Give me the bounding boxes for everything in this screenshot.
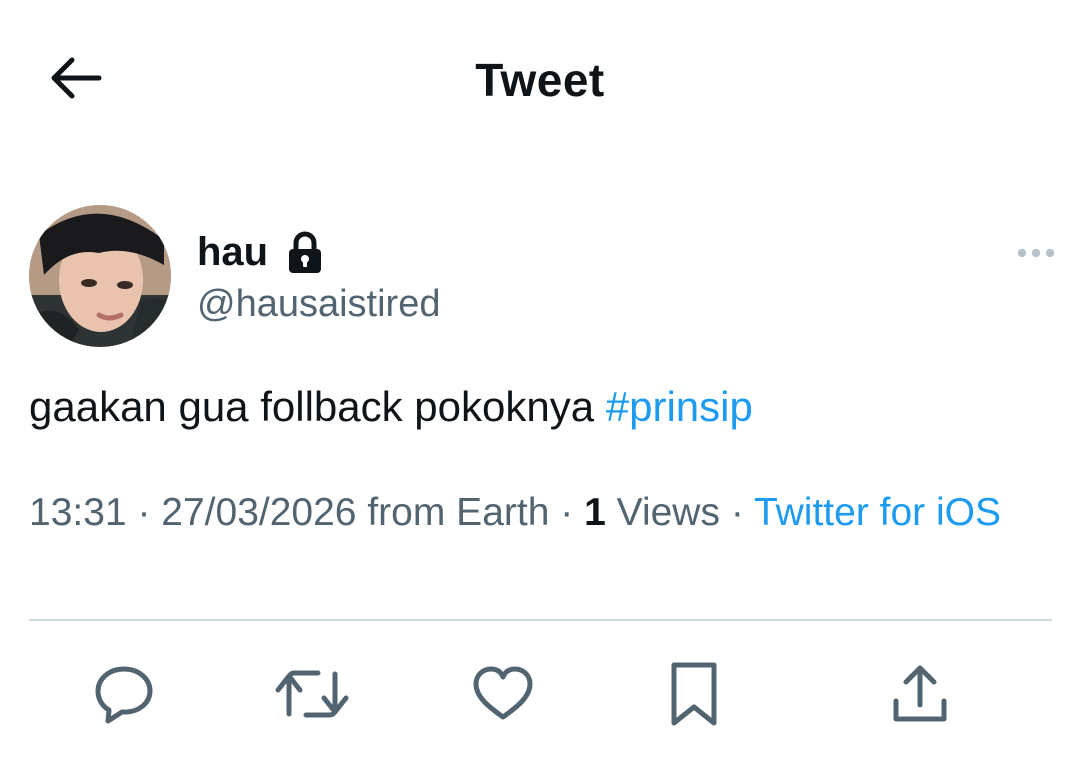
reply-button[interactable] [86,656,162,732]
views-label: Views [616,491,720,534]
more-options-button[interactable] [1004,236,1068,270]
reply-icon [95,666,153,724]
hashtag-link[interactable]: #prinsip [606,383,753,430]
avatar-photo [29,205,171,347]
meta-separator: · [560,491,574,534]
meta-separator: · [137,491,151,534]
page-title: Tweet [475,54,605,106]
meta-separator: · [730,491,744,534]
like-button[interactable] [465,656,541,732]
avatar[interactable] [29,205,171,347]
lock-icon [289,231,322,273]
tweet-location: from Earth [367,491,550,534]
retweet-icon [275,670,349,718]
author-handle[interactable]: @hausaistired [197,280,440,328]
display-name[interactable]: hau [197,226,268,278]
tweet-text: gaakan gua follback pokoknya #prinsip [29,378,1049,436]
author-name-row[interactable]: hau [197,226,324,278]
bookmark-button[interactable] [656,656,732,732]
tweet-metadata: 13:31 · 27/03/2026 from Earth · 1 Views … [29,488,1029,538]
share-icon [893,665,947,722]
action-bar [0,650,1080,740]
views-count: 1 [584,491,606,534]
retweet-button[interactable] [274,656,350,732]
divider [29,619,1052,621]
source-link[interactable]: Twitter for iOS [754,491,1001,534]
tweet-date[interactable]: 27/03/2026 [161,491,356,534]
heart-icon [473,666,533,720]
top-bar: Tweet [0,0,1080,160]
share-button[interactable] [882,656,958,732]
more-horizontal-icon [1017,248,1055,258]
tweet-time[interactable]: 13:31 [29,491,127,534]
bookmark-icon [671,662,717,726]
tweet-body: gaakan gua follback pokoknya [29,383,595,430]
